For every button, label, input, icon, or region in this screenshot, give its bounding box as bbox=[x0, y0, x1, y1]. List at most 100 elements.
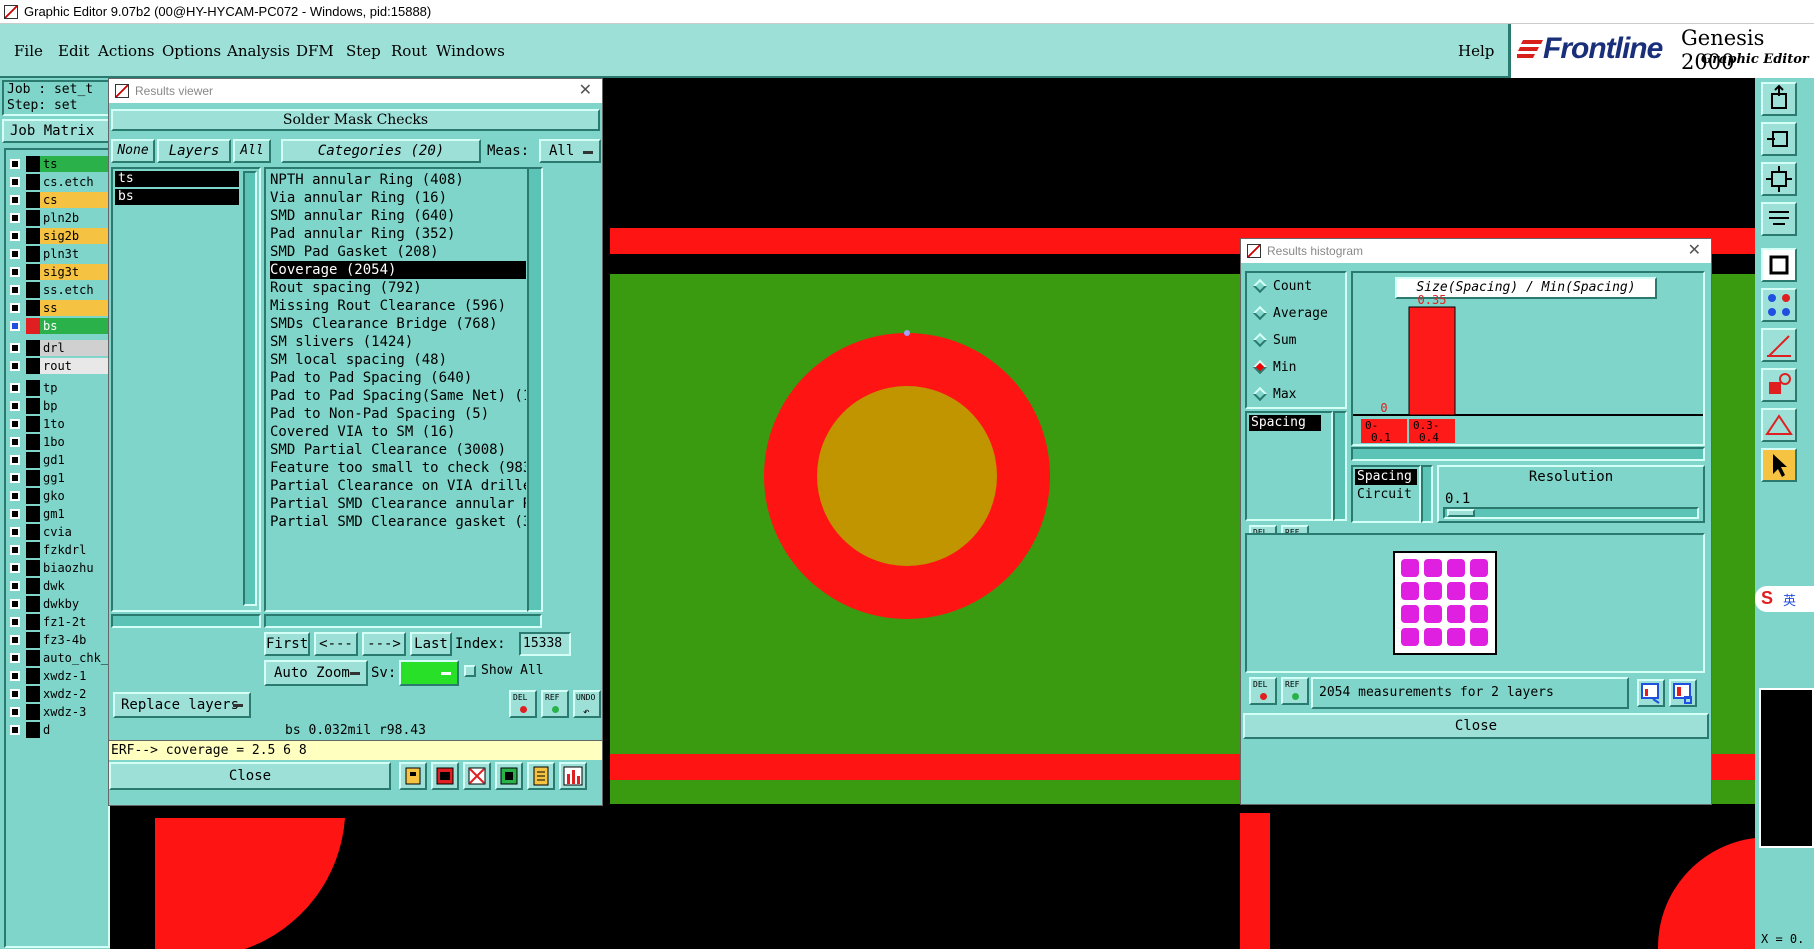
radio-icon[interactable] bbox=[1252, 305, 1268, 321]
layer-row-bp[interactable]: bp bbox=[6, 398, 110, 414]
radio-icon[interactable] bbox=[1252, 386, 1268, 402]
toolbar-select-icon[interactable] bbox=[1761, 248, 1797, 282]
all-button[interactable]: All bbox=[233, 139, 271, 163]
resolution-slider-handle[interactable] bbox=[1447, 509, 1475, 517]
layer-row-fzkdrl[interactable]: fzkdrl bbox=[6, 542, 110, 558]
mode-option-average[interactable]: Average bbox=[1247, 304, 1343, 324]
layer-checkbox[interactable] bbox=[10, 527, 20, 537]
layer-row-tp[interactable]: tp bbox=[6, 380, 110, 396]
layer-list-hscrollbar[interactable] bbox=[111, 614, 261, 628]
menu-dfm[interactable]: DFM bbox=[296, 42, 334, 60]
layer-checkbox[interactable] bbox=[10, 401, 20, 411]
category-item[interactable]: SMD annular Ring (640) bbox=[270, 207, 526, 225]
layer-checkbox[interactable] bbox=[10, 635, 20, 645]
hist-ref2-button[interactable]: REF bbox=[1281, 677, 1309, 705]
index-input[interactable]: 15338 bbox=[519, 632, 571, 656]
layer-checkbox[interactable] bbox=[10, 653, 20, 663]
layer-row-pln2b[interactable]: pln2b bbox=[6, 210, 110, 226]
menu-windows[interactable]: Windows bbox=[436, 42, 505, 60]
close-icon[interactable]: ✕ bbox=[1688, 239, 1701, 263]
prev-button[interactable]: <--- bbox=[314, 632, 358, 656]
layer-checkbox[interactable] bbox=[10, 599, 20, 609]
layer-checkbox[interactable] bbox=[10, 267, 20, 277]
layer-checkbox[interactable] bbox=[10, 617, 20, 627]
mark-icon[interactable] bbox=[495, 762, 523, 790]
mode-option-min[interactable]: Min bbox=[1247, 358, 1343, 378]
clear-icon[interactable] bbox=[463, 762, 491, 790]
layer-list-item[interactable]: bs bbox=[115, 189, 239, 205]
category-item[interactable]: Pad annular Ring (352) bbox=[270, 225, 526, 243]
layer-checkbox[interactable] bbox=[10, 343, 20, 353]
layer-row-gko[interactable]: gko bbox=[6, 488, 110, 504]
category-item[interactable]: Rout spacing (792) bbox=[270, 279, 526, 297]
menu-file[interactable]: File bbox=[14, 42, 43, 60]
toolbar-polygon-icon[interactable] bbox=[1761, 408, 1797, 442]
layer-checkbox[interactable] bbox=[10, 473, 20, 483]
layer-row-d[interactable]: d bbox=[6, 722, 110, 738]
layer-row-sig2b[interactable]: sig2b bbox=[6, 228, 110, 244]
layer-row-cs.etch[interactable]: cs.etch bbox=[6, 174, 110, 190]
spacing-scrollbar[interactable] bbox=[1333, 411, 1347, 521]
meas-dropdown[interactable]: All bbox=[539, 139, 601, 163]
layer-checkbox[interactable] bbox=[10, 213, 20, 223]
layer-checkbox[interactable] bbox=[10, 725, 20, 735]
layer-checkbox[interactable] bbox=[10, 383, 20, 393]
layer-row-xwdz-2[interactable]: xwdz-2 bbox=[6, 686, 110, 702]
param-scrollbar[interactable] bbox=[1421, 465, 1433, 523]
mini-map[interactable] bbox=[1759, 688, 1814, 848]
layer-row-drl[interactable]: drl bbox=[6, 340, 110, 356]
mode-option-count[interactable]: Count bbox=[1247, 277, 1343, 297]
layer-row-1bo[interactable]: 1bo bbox=[6, 434, 110, 450]
layer-row-gg1[interactable]: gg1 bbox=[6, 470, 110, 486]
layer-row-dwk[interactable]: dwk bbox=[6, 578, 110, 594]
undo-button[interactable]: UNDO ↶ bbox=[573, 690, 601, 718]
layer-row-pln3t[interactable]: pln3t bbox=[6, 246, 110, 262]
ime-toolbar[interactable]: S 英 bbox=[1755, 586, 1814, 612]
layer-list-item[interactable]: ts bbox=[115, 171, 239, 187]
zoom-chart-icon[interactable] bbox=[1637, 679, 1665, 707]
category-list-hscrollbar[interactable] bbox=[264, 614, 542, 628]
toolbar-zoom-back-icon[interactable] bbox=[1761, 122, 1797, 156]
hist-del2-button[interactable]: DEL bbox=[1249, 677, 1277, 705]
radio-icon[interactable] bbox=[1252, 332, 1268, 348]
layer-row-fz3-4b[interactable]: fz3-4b bbox=[6, 632, 110, 648]
layer-row-fz1-2t[interactable]: fz1-2t bbox=[6, 614, 110, 630]
category-item[interactable]: Partial Clearance on VIA drilled bbox=[270, 477, 526, 495]
layer-row-1to[interactable]: 1to bbox=[6, 416, 110, 432]
layer-checkbox[interactable] bbox=[10, 303, 20, 313]
category-item[interactable]: NPTH annular Ring (408) bbox=[270, 171, 526, 189]
del-button[interactable]: DEL bbox=[509, 690, 537, 718]
layer-checkbox[interactable] bbox=[10, 321, 20, 331]
radio-icon[interactable] bbox=[1252, 359, 1268, 375]
layer-checkbox[interactable] bbox=[10, 563, 20, 573]
toolbar-pointer-icon[interactable] bbox=[1761, 448, 1797, 482]
ref-button[interactable]: REF bbox=[541, 690, 569, 718]
layer-row-cvia[interactable]: cvia bbox=[6, 524, 110, 540]
layer-checkbox[interactable] bbox=[10, 159, 20, 169]
layer-checkbox[interactable] bbox=[10, 455, 20, 465]
toolbar-line-icon[interactable] bbox=[1761, 328, 1797, 362]
layer-checkbox[interactable] bbox=[10, 437, 20, 447]
category-item[interactable]: Via annular Ring (16) bbox=[270, 189, 526, 207]
param-item[interactable]: Spacing bbox=[1355, 469, 1417, 485]
show-all-checkbox[interactable] bbox=[464, 665, 476, 677]
toolbar-home-icon[interactable] bbox=[1761, 82, 1797, 116]
layer-row-auto_chk_r[interactable]: auto_chk_r bbox=[6, 650, 110, 666]
layer-checkbox[interactable] bbox=[10, 177, 20, 187]
replace-layers-dropdown[interactable]: Replace layers bbox=[113, 692, 251, 718]
layer-row-ts[interactable]: ts bbox=[6, 156, 110, 172]
layer-checkbox[interactable] bbox=[10, 545, 20, 555]
toolbar-pad-icon[interactable] bbox=[1761, 368, 1797, 402]
mode-option-max[interactable]: Max bbox=[1247, 385, 1343, 405]
sv-color-dropdown[interactable] bbox=[399, 660, 459, 686]
category-item[interactable]: SMD Partial Clearance (3008) bbox=[270, 441, 526, 459]
none-button[interactable]: None bbox=[111, 139, 155, 163]
menu-analysis[interactable]: Analysis bbox=[227, 42, 290, 60]
menu-help[interactable]: Help bbox=[1458, 42, 1494, 60]
spacing-list-item[interactable]: Spacing bbox=[1249, 415, 1321, 431]
toolbar-measure-icon[interactable] bbox=[1761, 202, 1797, 236]
chart-hscrollbar[interactable] bbox=[1351, 447, 1705, 461]
category-list-scrollbar[interactable] bbox=[527, 167, 543, 612]
first-button[interactable]: First bbox=[264, 632, 310, 656]
toolbar-net-icon[interactable] bbox=[1761, 288, 1797, 322]
